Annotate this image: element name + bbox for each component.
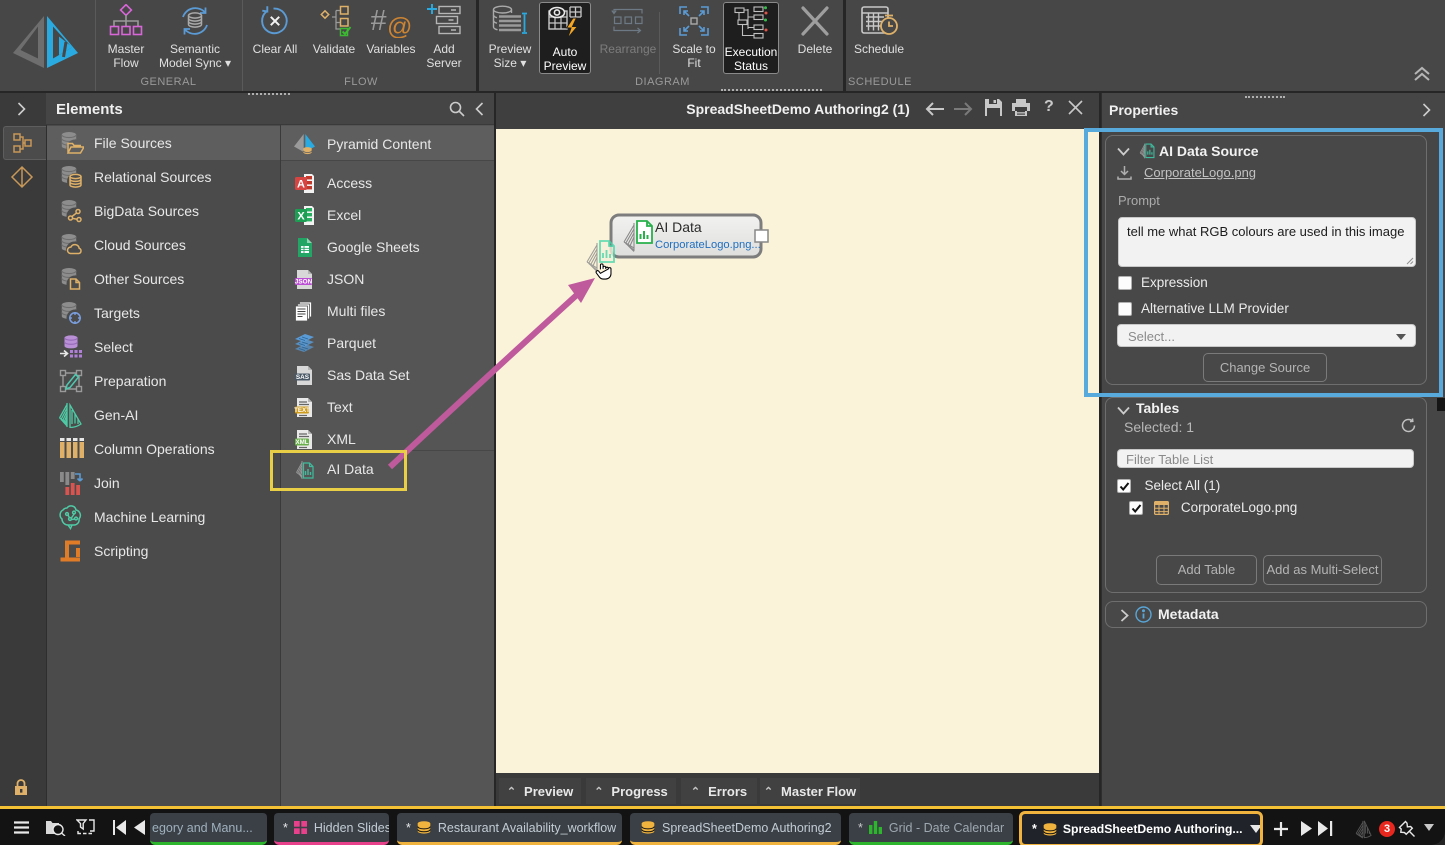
svg-text:CorporateLogo.png...: CorporateLogo.png...	[655, 239, 761, 251]
svg-text:XML: XML	[295, 439, 308, 446]
svg-text:@: @	[387, 13, 411, 38]
svg-text:TEXT: TEXT	[294, 407, 310, 414]
svg-text:X: X	[297, 210, 305, 222]
svg-text:AI Data: AI Data	[655, 219, 702, 235]
svg-text:#: #	[371, 5, 387, 37]
svg-text:JSON: JSON	[295, 278, 313, 285]
svg-text:A: A	[297, 178, 305, 190]
svg-text:SAS: SAS	[296, 374, 310, 381]
